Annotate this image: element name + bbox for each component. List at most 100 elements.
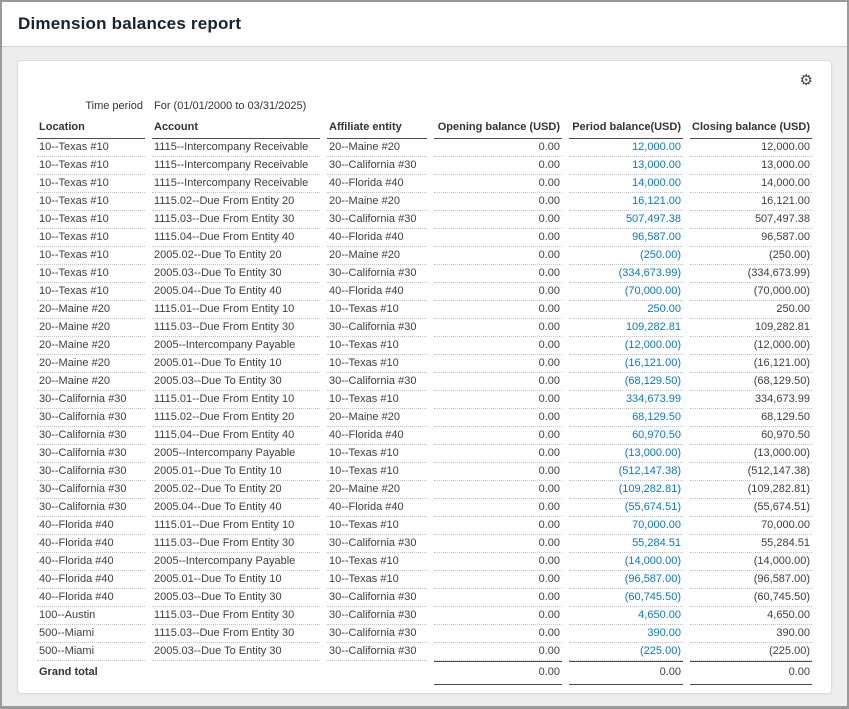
affiliate-cell: 20--Maine #20 (327, 139, 427, 157)
account-cell: 1115.02--Due From Entity 20 (152, 193, 320, 211)
period-balance-link[interactable]: 70,000.00 (632, 519, 681, 531)
location-cell: 10--Texas #10 (37, 175, 145, 193)
period-balance-link[interactable]: 60,970.50 (632, 429, 681, 441)
affiliate-cell: 20--Maine #20 (327, 193, 427, 211)
closing-balance-cell: 70,000.00 (690, 517, 812, 535)
location-cell: 20--Maine #20 (37, 301, 145, 319)
period-balance-link[interactable]: (55,674.51) (625, 501, 681, 513)
location-cell: 20--Maine #20 (37, 373, 145, 391)
account-cell: 1115--Intercompany Receivable (152, 175, 320, 193)
opening-balance-cell: 0.00 (434, 229, 562, 247)
closing-balance-cell: (12,000.00) (690, 337, 812, 355)
period-balance-link[interactable]: 12,000.00 (632, 141, 681, 153)
opening-balance-cell: 0.00 (434, 139, 562, 157)
period-balance-link[interactable]: 390.00 (647, 627, 681, 639)
period-balance-link[interactable]: 96,587.00 (632, 231, 681, 243)
period-balance-cell: (55,674.51) (569, 499, 683, 517)
location-cell: 30--California #30 (37, 427, 145, 445)
period-balance-cell: (60,745.50) (569, 589, 683, 607)
period-balance-link[interactable]: 16,121.00 (632, 195, 681, 207)
account-cell: 2005--Intercompany Payable (152, 337, 320, 355)
account-cell: 1115.02--Due From Entity 20 (152, 409, 320, 427)
account-cell: 2005.03--Due To Entity 30 (152, 643, 320, 661)
period-balance-link[interactable]: (13,000.00) (625, 447, 681, 459)
table-row: 10--Texas #102005.02--Due To Entity 2020… (37, 247, 812, 265)
period-balance-link[interactable]: 14,000.00 (632, 177, 681, 189)
closing-balance-cell: (96,587.00) (690, 571, 812, 589)
table-row: 10--Texas #101115.02--Due From Entity 20… (37, 193, 812, 211)
period-balance-cell: (334,673.99) (569, 265, 683, 283)
period-balance-link[interactable]: (109,282.81) (619, 483, 681, 495)
account-cell: 1115.04--Due From Entity 40 (152, 229, 320, 247)
table-row: 30--California #30 1115.04--Due From Enti… (37, 427, 812, 445)
closing-balance-cell: 250.00 (690, 301, 812, 319)
closing-balance-cell: 507,497.38 (690, 211, 812, 229)
period-balance-link[interactable]: 55,284.51 (632, 537, 681, 549)
account-cell: 2005--Intercompany Payable (152, 445, 320, 463)
period-balance-link[interactable]: (225.00) (640, 645, 681, 657)
period-balance-link[interactable]: (512,147.38) (619, 465, 681, 477)
period-balance-cell: 70,000.00 (569, 517, 683, 535)
opening-balance-cell: 0.00 (434, 517, 562, 535)
account-cell: 2005.01--Due To Entity 10 (152, 571, 320, 589)
gear-icon[interactable]: ⚙ (798, 71, 815, 91)
period-balance-link[interactable]: (14,000.00) (625, 555, 681, 567)
period-balance-link[interactable]: 507,497.38 (626, 213, 681, 225)
period-balance-link[interactable]: (12,000.00) (625, 339, 681, 351)
location-cell: 20--Maine #20 (37, 355, 145, 373)
period-balance-link[interactable]: 4,650.00 (638, 609, 681, 621)
table-row: 30--California #302005.02--Due To Entity… (37, 481, 812, 499)
affiliate-cell: 10--Texas #10 (327, 445, 427, 463)
affiliate-cell: 30--California #30 (327, 625, 427, 643)
affiliate-cell: 40--Florida #40 (327, 427, 427, 445)
period-balance-link[interactable]: (70,000.00) (625, 285, 681, 297)
opening-balance-cell: 0.00 (434, 445, 562, 463)
period-balance-cell: 55,284.51 (569, 535, 683, 553)
period-balance-link[interactable]: (250.00) (640, 249, 681, 261)
period-balance-link[interactable]: (68,129.50) (625, 375, 681, 387)
period-balance-link[interactable]: 13,000.00 (632, 159, 681, 171)
period-balance-link[interactable]: 334,673.99 (626, 393, 681, 405)
column-header-affiliate: Affiliate entity (327, 118, 427, 139)
affiliate-cell: 20--Maine #20 (327, 481, 427, 499)
period-balance-link[interactable]: 109,282.81 (626, 321, 681, 333)
table-row: 20--Maine #202005.01--Due To Entity 1010… (37, 355, 812, 373)
table-row: 30--California #301115.01--Due From Enti… (37, 391, 812, 409)
table-row: 10--Texas #101115.03--Due From Entity 30… (37, 211, 812, 229)
opening-balance-cell: 0.00 (434, 589, 562, 607)
time-period-label: Time period (37, 95, 145, 118)
affiliate-cell: 10--Texas #10 (327, 463, 427, 481)
table-row: 10--Texas #101115--Intercompany Receivab… (37, 157, 812, 175)
closing-balance-cell: 13,000.00 (690, 157, 812, 175)
account-cell: 2005.03--Due To Entity 30 (152, 589, 320, 607)
period-balance-link[interactable]: (16,121.00) (625, 357, 681, 369)
opening-balance-cell: 0.00 (434, 499, 562, 517)
period-balance-link[interactable]: (334,673.99) (619, 267, 681, 279)
affiliate-cell: 10--Texas #10 (327, 301, 427, 319)
account-cell: 1115.04--Due From Entity 40 (152, 427, 320, 445)
account-cell: 1115.03--Due From Entity 30 (152, 211, 320, 229)
opening-balance-cell: 0.00 (434, 643, 562, 661)
page-title: Dimension balances report (18, 14, 241, 34)
table-row: 10--Texas #101115--Intercompany Receivab… (37, 139, 812, 157)
affiliate-cell: 20--Maine #20 (327, 247, 427, 265)
period-balance-cell: 109,282.81 (569, 319, 683, 337)
account-cell: 2005.03--Due To Entity 30 (152, 265, 320, 283)
account-cell: 1115.03--Due From Entity 30 (152, 625, 320, 643)
opening-balance-cell: 0.00 (434, 625, 562, 643)
period-balance-link[interactable]: 68,129.50 (632, 411, 681, 423)
account-cell: 1115.03--Due From Entity 30 (152, 319, 320, 337)
opening-balance-cell: 0.00 (434, 247, 562, 265)
period-balance-cell: (250.00) (569, 247, 683, 265)
period-balance-link[interactable]: (96,587.00) (625, 573, 681, 585)
period-balance-cell: 14,000.00 (569, 175, 683, 193)
period-balance-cell: 507,497.38 (569, 211, 683, 229)
period-balance-link[interactable]: (60,745.50) (625, 591, 681, 603)
table-row: 40--Florida #402005.01--Due To Entity 10… (37, 571, 812, 589)
affiliate-cell: 30--California #30 (327, 535, 427, 553)
location-cell: 10--Texas #10 (37, 247, 145, 265)
location-cell: 30--California #30 (37, 481, 145, 499)
affiliate-cell: 40--Florida #40 (327, 229, 427, 247)
period-balance-link[interactable]: 250.00 (647, 303, 681, 315)
closing-balance-cell: (70,000.00) (690, 283, 812, 301)
